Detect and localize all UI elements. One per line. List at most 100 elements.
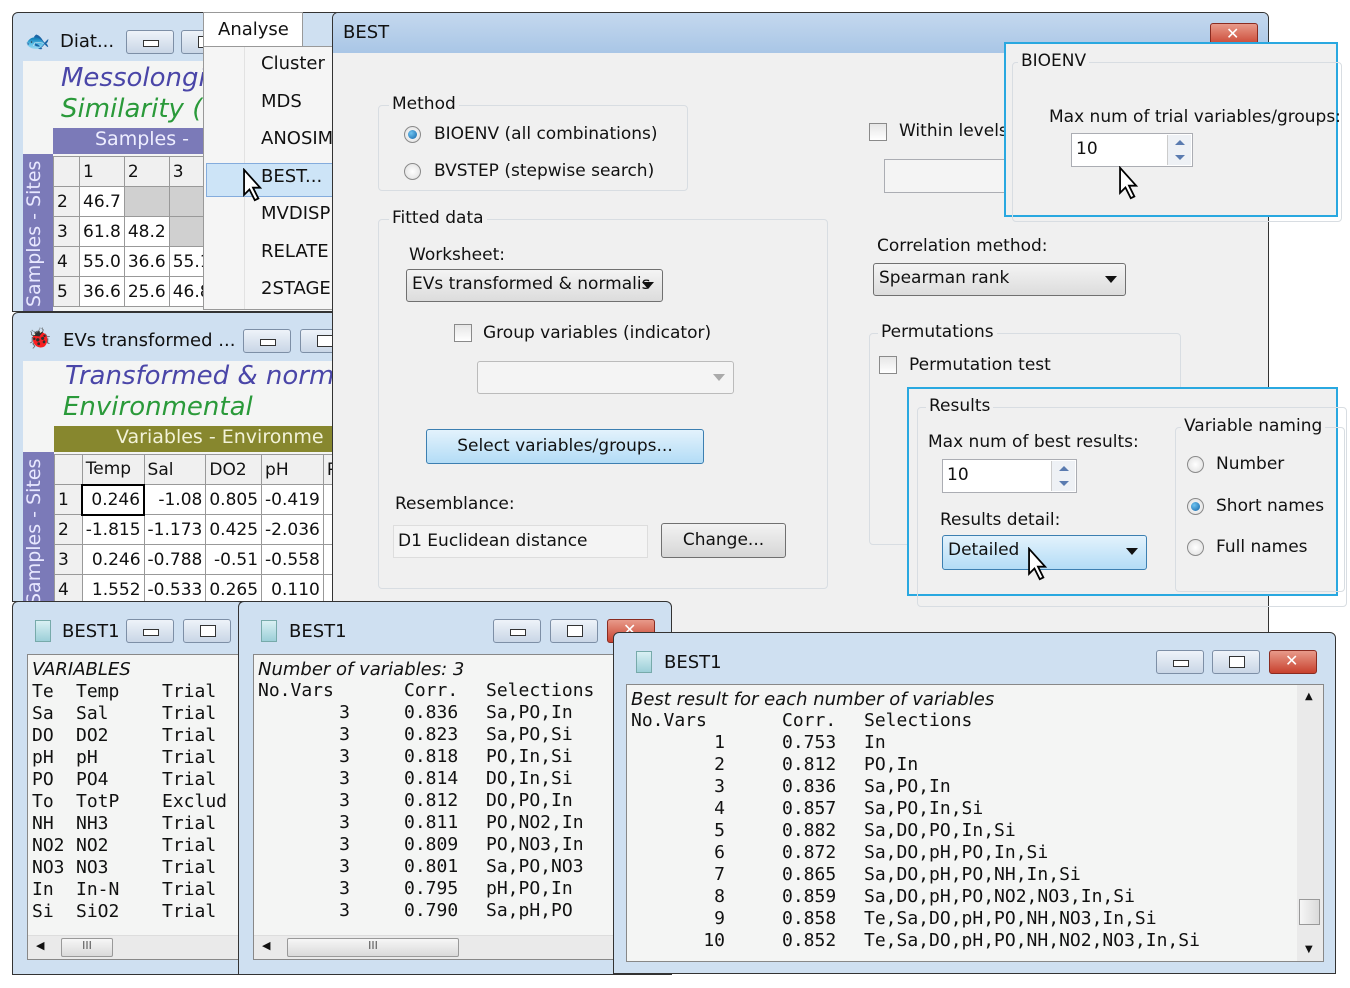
vertical-scrollbar[interactable]: ▲ ▼ (1297, 685, 1323, 961)
scroll-thumb[interactable]: III (287, 938, 459, 957)
close-button[interactable] (1269, 650, 1317, 674)
max-best-spinner[interactable]: 10 (942, 459, 1077, 493)
scroll-up-icon[interactable]: ▲ (1305, 691, 1313, 702)
cell[interactable]: 46.7 (79, 186, 125, 217)
output-text-area[interactable]: Best result for each number of variables… (626, 684, 1324, 962)
output-cell: NH3 (76, 813, 109, 834)
row-header[interactable]: 2 (53, 186, 80, 217)
output-cell: To (32, 791, 54, 812)
cell[interactable]: 0.246 (81, 544, 145, 575)
group-variables-checkbox[interactable] (454, 324, 472, 342)
minimize-button[interactable] (126, 619, 174, 643)
cell[interactable]: -2.036 (261, 514, 324, 545)
cell[interactable]: -0.51 (205, 544, 263, 575)
scroll-thumb[interactable]: III (61, 938, 113, 957)
correlation-dropdown[interactable]: Spearman rank (873, 263, 1126, 296)
naming-short-radio[interactable] (1187, 498, 1204, 515)
menu-item-cluster[interactable]: Cluster (261, 53, 325, 74)
output-cell: Sa,DO,pH,PO,NH,In,Si (864, 864, 1081, 885)
cell[interactable]: 0.805 (205, 484, 263, 515)
spin-arrows-icon[interactable] (1167, 135, 1191, 165)
scroll-down-icon[interactable]: ▼ (1305, 944, 1313, 955)
scroll-left-icon[interactable]: ◀ (262, 939, 270, 952)
maximize-button[interactable] (1212, 650, 1260, 674)
cell[interactable]: 61.8 (79, 216, 125, 247)
cell[interactable]: 36.6 (123, 246, 170, 277)
row-header[interactable]: 3 (53, 216, 80, 247)
within-levels-checkbox[interactable] (869, 123, 887, 141)
output-cell: 0.811 (404, 812, 459, 833)
cell[interactable]: 0.246 (81, 483, 146, 516)
cell[interactable]: -1.173 (143, 514, 207, 545)
cell[interactable]: 0.265 (205, 574, 263, 601)
cell[interactable]: 1.552 (81, 574, 145, 601)
bioenv-radio[interactable] (404, 126, 421, 143)
column-header[interactable]: pH (261, 454, 324, 485)
menu-item-anosim[interactable]: ANOSIM (261, 128, 333, 149)
column-header[interactable]: Sal (143, 454, 207, 485)
menu-item-best[interactable]: BEST... (261, 166, 322, 187)
output-cell: Trial (162, 835, 217, 856)
naming-full-radio[interactable] (1187, 539, 1204, 556)
naming-number-radio[interactable] (1187, 456, 1204, 473)
cell[interactable] (123, 186, 170, 217)
cell[interactable]: 48.2 (123, 216, 170, 247)
group-dropdown[interactable] (477, 361, 734, 394)
change-resemblance-button[interactable]: Change... (661, 523, 786, 558)
scroll-left-icon[interactable]: ◀ (36, 939, 44, 952)
cell[interactable]: 25.6 (123, 276, 170, 307)
output-row: Sa Sal Trial (32, 703, 243, 725)
corner-cell (54, 454, 83, 485)
column-header[interactable]: 2 (123, 156, 170, 187)
chevron-down-icon (713, 374, 725, 381)
minimize-button[interactable] (1156, 650, 1204, 674)
menu-item-mvdisp[interactable]: MVDISP (261, 203, 330, 224)
row-header[interactable]: 5 (53, 276, 80, 307)
row-header[interactable]: 2 (54, 514, 83, 545)
row-header[interactable]: 4 (53, 246, 80, 277)
output-text-area[interactable]: Number of variables: 3 No.Vars Corr. Selec… (253, 654, 671, 960)
spin-arrows-icon[interactable] (1051, 461, 1075, 491)
column-header[interactable]: Temp (81, 454, 145, 485)
cell[interactable]: -0.419 (261, 484, 324, 515)
minimize-button[interactable] (243, 329, 291, 353)
menu-item-relate[interactable]: RELATE (261, 241, 329, 262)
row-header[interactable]: 1 (54, 484, 83, 515)
cell[interactable]: -0.533 (143, 574, 207, 601)
cell[interactable]: 55.0 (79, 246, 125, 277)
similarity-grid[interactable]: 1 2 3 2 46.7 3 61.8 48.2 4 55.0 36.6 55.1 5 36.6 25.6 4… (53, 156, 215, 307)
cell[interactable]: -1.815 (81, 514, 145, 545)
output-text-area[interactable]: VARIABLES Te Temp Trial Sa Sal Trial DO DO2 Tria… (27, 654, 243, 960)
bvstep-radio[interactable] (404, 163, 421, 180)
minimize-button[interactable] (126, 30, 174, 54)
column-header[interactable]: DO2 (205, 454, 263, 485)
worksheet-dropdown[interactable]: EVs transformed & normalis (406, 269, 663, 302)
row-header[interactable]: 4 (54, 574, 83, 601)
output-cell: PO,In,Si (486, 746, 573, 767)
output-cell: 3 (339, 768, 350, 789)
permutation-test-checkbox[interactable] (879, 356, 897, 374)
cell[interactable]: 0.110 (261, 574, 324, 601)
cell[interactable]: 36.6 (79, 276, 125, 307)
output-cell: Temp (76, 681, 120, 702)
maximize-button[interactable] (183, 619, 231, 643)
cell[interactable]: -0.558 (261, 544, 324, 575)
cell[interactable]: -0.788 (143, 544, 207, 575)
within-levels-field[interactable] (884, 159, 1014, 193)
menu-item-2stage[interactable]: 2STAGE (261, 278, 331, 299)
bioenv-group-label: BIOENV (1018, 51, 1090, 71)
menu-item-mds[interactable]: MDS (261, 91, 302, 112)
analyse-menu-tab[interactable]: Analyse (203, 12, 303, 48)
horizontal-scrollbar[interactable]: ◀ III (28, 935, 243, 959)
max-trial-spinner[interactable]: 10 (1071, 133, 1193, 167)
horizontal-scrollbar[interactable]: ◀ III (254, 935, 671, 959)
select-variables-button[interactable]: Select variables/groups... (426, 429, 704, 464)
cell[interactable]: -1.08 (143, 484, 207, 515)
maximize-button[interactable] (550, 619, 598, 643)
minimize-button[interactable] (493, 619, 541, 643)
column-header[interactable]: 1 (79, 156, 125, 187)
scroll-thumb[interactable] (1299, 899, 1320, 925)
row-header[interactable]: 3 (54, 544, 83, 575)
data-grid[interactable]: TempSalDO2pHP10.246-1.080.805-0.419-2-1.… (54, 454, 341, 601)
cell[interactable]: 0.425 (205, 514, 263, 545)
